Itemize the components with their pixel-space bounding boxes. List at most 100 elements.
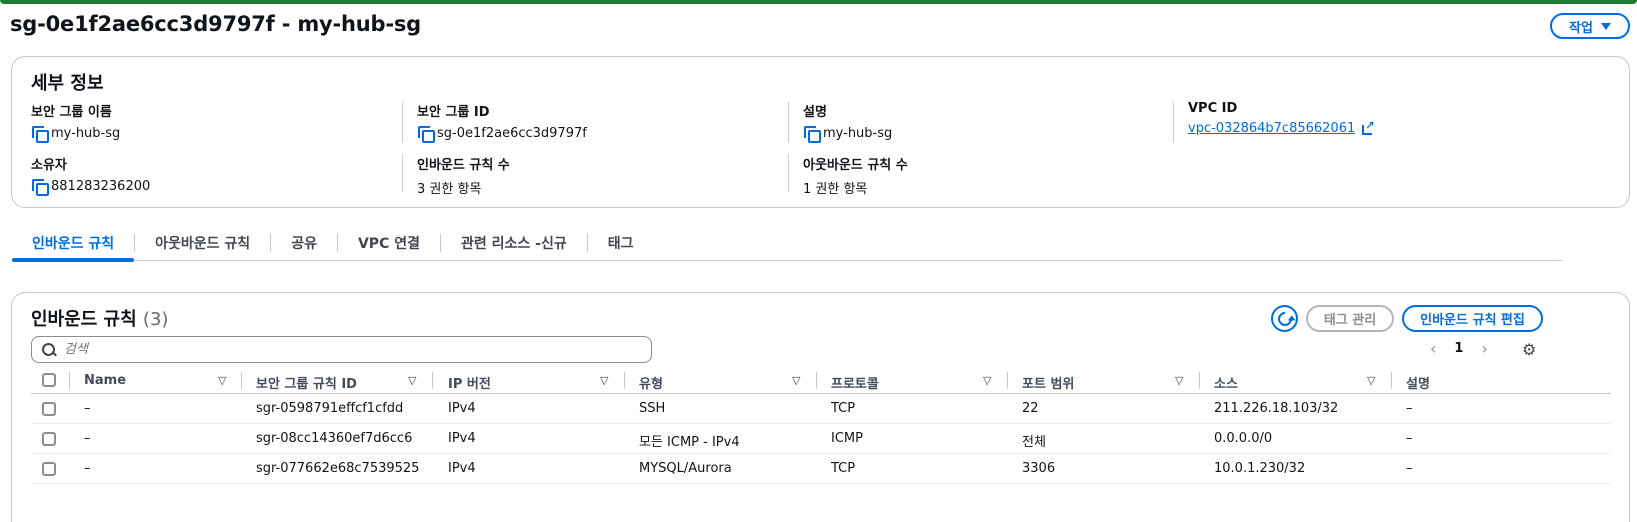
header-separator	[69, 372, 70, 389]
outbound-count-value: 1 권한 항목	[803, 182, 868, 197]
pagination: ‹ 1 ›	[1430, 339, 1488, 358]
select-all-checkbox[interactable]	[42, 373, 56, 387]
actions-button[interactable]: 작업	[1550, 13, 1630, 39]
header-separator[interactable]	[432, 372, 433, 389]
cell-port-range: 전체	[1022, 435, 1046, 450]
cell-rule-id: sgr-0598791effcf1cfdd	[256, 401, 404, 416]
column-header-description[interactable]: 설명	[1406, 373, 1430, 392]
sg-name-field: 보안 그룹 이름 my-hub-sg	[31, 101, 121, 143]
search-icon	[42, 342, 56, 357]
cell-description: –	[1406, 461, 1413, 476]
column-divider	[402, 154, 403, 192]
sort-icon[interactable]: ▽	[792, 374, 800, 387]
table-header: Name ▽ 보안 그룹 규칙 ID ▽ IP 버전 ▽ 유형 ▽ 프로토콜 ▽…	[31, 367, 1611, 394]
cell-type: SSH	[639, 401, 666, 416]
chevron-left-icon[interactable]: ‹	[1430, 339, 1436, 358]
cell-port-range: 3306	[1022, 461, 1056, 476]
cell-rule-id: sgr-08cc14360ef7d6cc6	[256, 431, 413, 446]
inbound-rules-table: Name ▽ 보안 그룹 규칙 ID ▽ IP 버전 ▽ 유형 ▽ 프로토콜 ▽…	[31, 367, 1611, 484]
sort-icon[interactable]: ▽	[983, 374, 991, 387]
table-row[interactable]: – sgr-077662e68c7539525 IPv4 MYSQL/Auror…	[31, 454, 1611, 484]
cell-protocol: ICMP	[831, 431, 863, 446]
column-header-name[interactable]: Name	[84, 373, 126, 388]
sort-icon[interactable]: ▽	[218, 374, 226, 387]
outbound-count-field: 아웃바운드 규칙 수 1 권한 항목	[803, 154, 908, 197]
cell-name: –	[84, 401, 91, 416]
search-field[interactable]	[31, 336, 652, 363]
column-header-port-range[interactable]: 포트 범위	[1022, 373, 1074, 392]
vpc-id-link[interactable]: vpc-032864b7c85662061	[1188, 121, 1355, 136]
cell-type: MYSQL/Aurora	[639, 461, 732, 476]
tab-sharing[interactable]: 공유	[271, 227, 337, 260]
cell-protocol: TCP	[831, 461, 856, 476]
column-divider	[788, 154, 789, 192]
description-field: 설명 my-hub-sg	[803, 101, 893, 143]
column-header-source[interactable]: 소스	[1214, 373, 1238, 392]
sort-icon[interactable]: ▽	[408, 374, 416, 387]
copy-icon[interactable]	[31, 125, 49, 143]
vpc-id-field: VPC ID vpc-032864b7c85662061	[1188, 101, 1374, 136]
table-row[interactable]: – sgr-0598791effcf1cfdd IPv4 SSH TCP 22 …	[31, 394, 1611, 424]
table-row[interactable]: – sgr-08cc14360ef7d6cc6 IPv4 모든 ICMP - I…	[31, 424, 1611, 454]
row-checkbox[interactable]	[42, 462, 56, 476]
copy-icon[interactable]	[417, 125, 435, 143]
header-separator[interactable]	[1391, 372, 1392, 389]
cell-source: 0.0.0.0/0	[1214, 431, 1273, 446]
edit-inbound-rules-button[interactable]: 인바운드 규칙 편집	[1402, 305, 1543, 332]
column-header-rule-id[interactable]: 보안 그룹 규칙 ID	[256, 373, 357, 392]
copy-icon[interactable]	[31, 178, 49, 196]
cell-description: –	[1406, 401, 1413, 416]
copy-icon[interactable]	[803, 125, 821, 143]
column-header-type[interactable]: 유형	[639, 373, 663, 392]
sg-name-value: my-hub-sg	[51, 125, 121, 141]
page-number[interactable]: 1	[1454, 341, 1463, 356]
cell-ip-version: IPv4	[448, 431, 476, 446]
cell-port-range: 22	[1022, 401, 1039, 416]
column-divider	[402, 101, 403, 143]
column-header-protocol[interactable]: 프로토콜	[831, 373, 879, 392]
tab-inbound-rules[interactable]: 인바운드 규칙	[12, 227, 135, 262]
cell-source: 10.0.1.230/32	[1214, 461, 1306, 476]
cell-ip-version: IPv4	[448, 461, 476, 476]
sg-name-label: 보안 그룹 이름	[31, 105, 112, 120]
tab-tags[interactable]: 태그	[588, 227, 654, 260]
owner-field: 소유자 881283236200	[31, 154, 151, 196]
header-separator[interactable]	[241, 372, 242, 389]
column-header-ip-version[interactable]: IP 버전	[448, 373, 491, 392]
row-checkbox[interactable]	[42, 402, 56, 416]
manage-tags-button[interactable]: 태그 관리	[1306, 305, 1394, 332]
column-divider	[788, 101, 789, 143]
sort-icon[interactable]: ▽	[600, 374, 608, 387]
cell-protocol: TCP	[831, 401, 856, 416]
inbound-rules-count: (3)	[142, 309, 169, 330]
sort-icon[interactable]: ▽	[1367, 374, 1375, 387]
header-separator[interactable]	[1199, 372, 1200, 389]
cell-source: 211.226.18.103/32	[1214, 401, 1339, 416]
tab-outbound-rules[interactable]: 아웃바운드 규칙	[135, 227, 270, 260]
refresh-button[interactable]	[1271, 305, 1298, 332]
tab-related-resources[interactable]: 관련 리소스 -신규	[441, 227, 587, 260]
details-panel: 세부 정보 보안 그룹 이름 my-hub-sg 보안 그룹 ID sg-0e1…	[11, 56, 1630, 208]
tab-bar: 인바운드 규칙 아웃바운드 규칙 공유 VPC 연결 관련 리소스 -신규 태그	[12, 226, 1562, 262]
inbound-rules-panel: 인바운드 규칙 (3) 태그 관리 인바운드 규칙 편집 ‹ 1 › ⚙ Nam…	[11, 292, 1630, 522]
chevron-right-icon[interactable]: ›	[1481, 339, 1487, 358]
outbound-count-label: 아웃바운드 규칙 수	[803, 158, 908, 173]
gear-icon[interactable]: ⚙	[1522, 340, 1536, 359]
row-checkbox[interactable]	[42, 432, 56, 446]
inbound-count-field: 인바운드 규칙 수 3 권한 항목	[417, 154, 510, 197]
tab-vpc-associations[interactable]: VPC 연결	[338, 227, 440, 260]
sort-icon[interactable]: ▽	[1175, 374, 1183, 387]
owner-value: 881283236200	[51, 178, 151, 194]
caret-down-icon	[1600, 22, 1611, 30]
header-separator[interactable]	[1007, 372, 1008, 389]
cell-name: –	[84, 461, 91, 476]
search-input[interactable]	[64, 342, 624, 357]
header-separator[interactable]	[624, 372, 625, 389]
header-separator[interactable]	[816, 372, 817, 389]
cell-name: –	[84, 431, 91, 446]
description-value: my-hub-sg	[823, 125, 893, 141]
description-label: 설명	[803, 105, 827, 120]
column-divider	[1173, 101, 1174, 143]
inbound-count-label: 인바운드 규칙 수	[417, 158, 510, 173]
cell-rule-id: sgr-077662e68c7539525	[256, 461, 420, 476]
